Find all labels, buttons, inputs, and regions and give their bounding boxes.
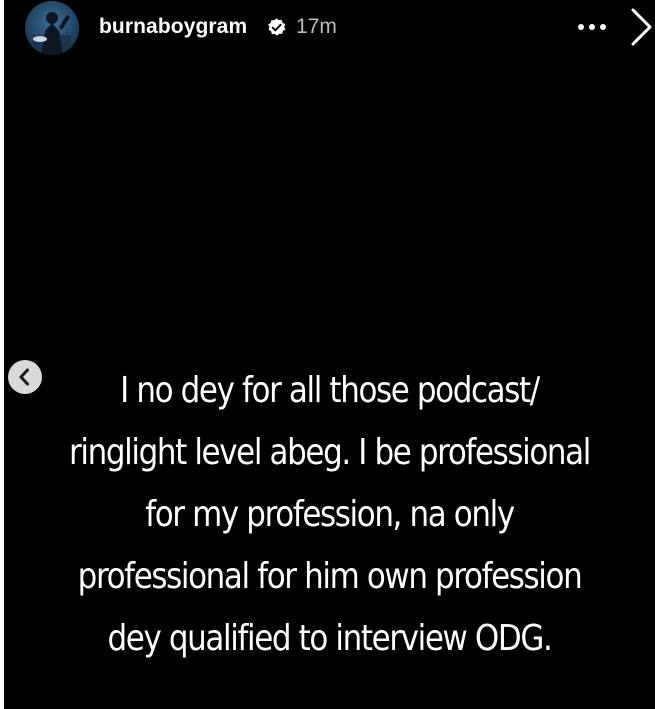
verified-badge-icon: [268, 18, 286, 36]
caption-line: for my profession, na only: [145, 494, 515, 535]
chevron-right-icon[interactable]: [630, 4, 655, 50]
previous-story-button[interactable]: [8, 360, 42, 394]
story-caption: I no dey for all those podcast/ ringligh…: [50, 360, 610, 670]
caption-line: dey qualified to interview ODG.: [107, 618, 553, 659]
caption-line: professional for him own profession: [77, 556, 583, 597]
caption-line: ringlight level abeg. I be professional: [69, 432, 591, 473]
username[interactable]: burnaboygram: [99, 13, 247, 41]
story-viewer: burnaboygram 17m I no dey for all those …: [4, 0, 655, 709]
profile-avatar[interactable]: [25, 1, 79, 55]
caption-line: I no dey for all those podcast/: [120, 370, 540, 411]
story-header: burnaboygram 17m: [4, 0, 655, 56]
chevron-left-icon: [19, 368, 29, 386]
story-timestamp: 17m: [296, 15, 337, 38]
more-options-icon[interactable]: [570, 12, 614, 42]
